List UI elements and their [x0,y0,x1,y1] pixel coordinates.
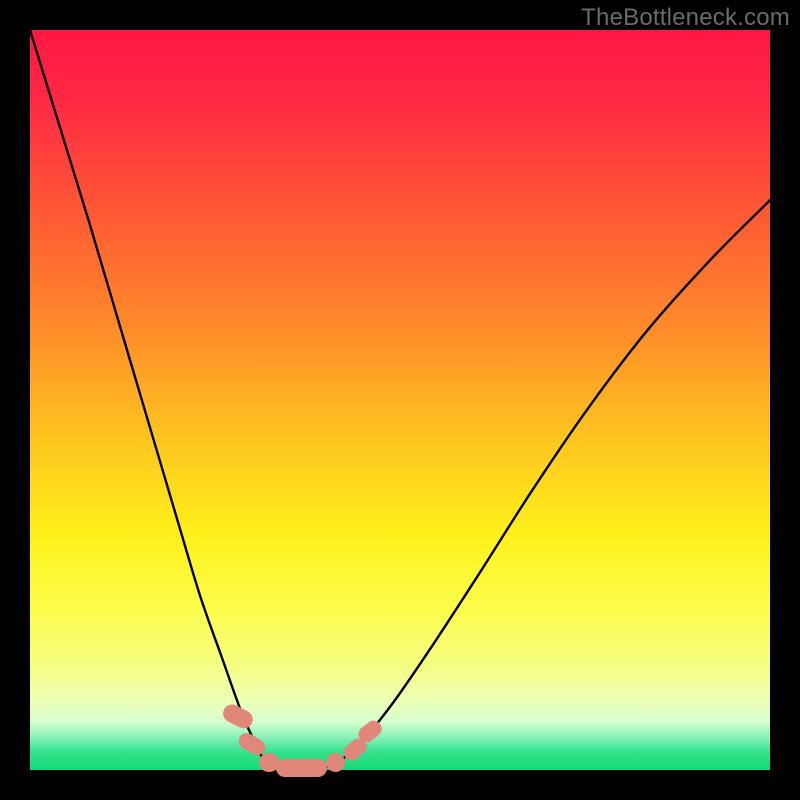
watermark-text: TheBottleneck.com [581,4,790,32]
chart-frame [30,30,770,770]
bottleneck-curve [30,30,770,770]
